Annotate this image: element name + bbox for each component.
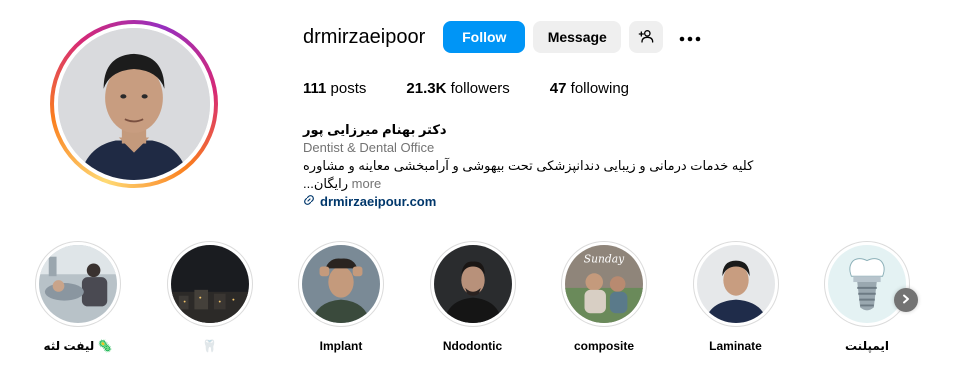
dental-clinic-photo bbox=[39, 245, 117, 323]
highlight-item[interactable]: Sunday composite bbox=[560, 241, 648, 355]
highlight-ring bbox=[692, 241, 779, 327]
sunday-photo: Sunday bbox=[565, 245, 643, 323]
category-label: Dentist & Dental Office bbox=[303, 140, 435, 155]
doctor-portrait-photo bbox=[696, 245, 775, 323]
bio-text-line: کلیه خدمات درمانی و زیبایی دندانپزشکی تح… bbox=[303, 157, 783, 193]
posts-count: 111 bbox=[303, 80, 327, 97]
svg-text:Sunday: Sunday bbox=[584, 253, 625, 266]
highlight-label: composite bbox=[573, 339, 634, 353]
full-name: دکتر بهنام میرزایی پور bbox=[303, 122, 447, 137]
highlight-label: ایمپلنت bbox=[844, 339, 890, 353]
link-icon bbox=[303, 193, 320, 211]
highlight-label: Laminate bbox=[709, 339, 762, 353]
highlight-ring bbox=[166, 241, 253, 327]
following-count: 47 bbox=[549, 80, 567, 97]
avatar-photo bbox=[58, 28, 210, 180]
followers-stat[interactable]: 21.3K followers bbox=[406, 80, 509, 97]
add-person-icon bbox=[638, 28, 654, 47]
profile-avatar[interactable] bbox=[50, 20, 218, 188]
story-highlights: لیفت لثه 🦠 🦷 Implant Ndodontic Sunday co… bbox=[34, 241, 955, 355]
night-city-photo bbox=[170, 245, 249, 323]
avatar-border bbox=[54, 24, 214, 184]
highlight-label: 🦷 bbox=[202, 339, 217, 353]
follow-button[interactable]: Follow bbox=[443, 21, 526, 53]
highlight-ring: Sunday bbox=[561, 241, 647, 327]
highlight-ring bbox=[824, 241, 910, 327]
following-stat[interactable]: 47 following bbox=[550, 80, 629, 97]
highlight-ring bbox=[298, 241, 384, 327]
more-options-button[interactable] bbox=[673, 21, 707, 53]
username[interactable]: drmirzaeipoor bbox=[303, 26, 425, 49]
chevron-right-icon bbox=[901, 291, 911, 309]
highlight-item[interactable]: Laminate bbox=[692, 241, 780, 355]
profile-stats: 111 posts 21.3K followers 47 following bbox=[303, 80, 669, 97]
highlight-ring bbox=[429, 241, 516, 327]
profile-header: drmirzaeipoor Follow Message bbox=[303, 20, 707, 54]
followers-count: 21.3K bbox=[406, 80, 447, 97]
highlight-item[interactable]: لیفت لثه 🦠 bbox=[34, 241, 122, 355]
implant-tooth-icon bbox=[828, 245, 906, 323]
posts-stat: 111 posts bbox=[303, 80, 366, 97]
highlight-item[interactable]: 🦷 bbox=[166, 241, 254, 355]
highlights-next-button[interactable] bbox=[894, 288, 918, 312]
posts-label: posts bbox=[330, 80, 367, 97]
highlight-ring bbox=[35, 241, 121, 327]
profile-bio: دکتر بهنام میرزایی پور Dentist & Dental … bbox=[303, 121, 783, 211]
website-url: drmirzaeipour.com bbox=[320, 194, 437, 209]
highlight-item[interactable]: Ndodontic bbox=[429, 241, 517, 355]
following-label: following bbox=[570, 80, 630, 97]
highlight-item[interactable]: Implant bbox=[297, 241, 385, 355]
highlight-label: لیفت لثه 🦠 bbox=[43, 339, 113, 353]
followers-label: followers bbox=[450, 80, 510, 97]
man-portrait-photo bbox=[433, 245, 512, 323]
highlight-label: Implant bbox=[319, 339, 363, 353]
suggested-accounts-button[interactable] bbox=[629, 21, 664, 53]
more-dots-icon bbox=[679, 29, 701, 45]
message-button[interactable]: Message bbox=[533, 21, 622, 53]
website-link[interactable]: drmirzaeipour.com bbox=[303, 193, 783, 211]
man-portrait-photo bbox=[302, 245, 380, 323]
highlight-label: Ndodontic bbox=[442, 339, 503, 353]
bio-more-link[interactable]: more bbox=[352, 176, 382, 191]
